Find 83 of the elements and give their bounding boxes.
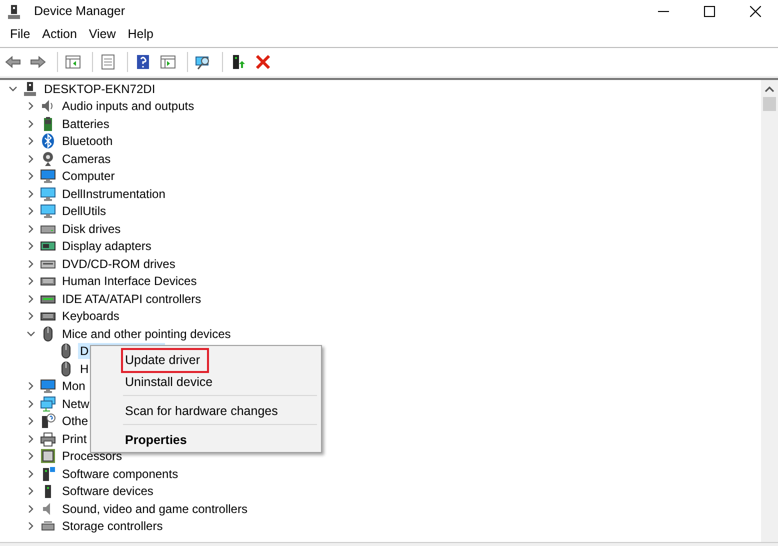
tree-item[interactable]: Mice and other pointing devices: [60, 326, 233, 342]
monitor-icon: [40, 378, 56, 394]
tree-item[interactable]: Computer: [60, 168, 117, 184]
tree-item[interactable]: Processors: [60, 448, 124, 464]
expand-chevron-icon[interactable]: [27, 154, 35, 163]
menu-item[interactable]: Scan for hardware changes: [125, 402, 278, 421]
tree-item[interactable]: Software components: [60, 466, 180, 482]
tree-item[interactable]: Mon: [60, 378, 88, 394]
menu-item[interactable]: Help: [122, 25, 160, 44]
menu-item[interactable]: Action: [36, 25, 83, 44]
tree-item[interactable]: Human Interface Devices: [60, 273, 199, 290]
back-arrow-icon[interactable]: [5, 54, 21, 70]
expand-chevron-icon[interactable]: [27, 400, 35, 408]
expand-chevron-icon[interactable]: [27, 224, 35, 233]
scrollbar-thumb[interactable]: [763, 97, 776, 111]
help-icon[interactable]: [135, 54, 151, 70]
expand-chevron-icon[interactable]: [27, 504, 35, 513]
expand-chevron-icon[interactable]: [27, 522, 35, 530]
expand-chevron-icon[interactable]: [27, 434, 35, 443]
tree-item[interactable]: DVD/CD-ROM drives: [60, 256, 178, 272]
expand-chevron-icon[interactable]: [27, 312, 35, 320]
tree-item[interactable]: Print: [60, 430, 89, 447]
expand-chevron-icon[interactable]: [27, 207, 35, 216]
expand-chevron-icon[interactable]: [27, 452, 35, 460]
expand-chevron-icon[interactable]: [27, 172, 35, 180]
unknown-device-icon: [40, 413, 56, 430]
printer-icon: [40, 430, 56, 447]
forward-arrow-icon[interactable]: [30, 54, 46, 70]
window-panel-icon[interactable]: [65, 54, 81, 70]
maximize-icon: [704, 6, 714, 16]
tree-item[interactable]: Storage controllers: [60, 518, 165, 534]
tree-item[interactable]: Batteries: [60, 116, 112, 132]
monitor-icon: [40, 168, 56, 184]
camera-icon: [40, 150, 56, 167]
menu-item[interactable]: Update driver: [124, 351, 206, 370]
expand-chevron-icon[interactable]: [27, 137, 35, 146]
tree-item[interactable]: Audio inputs and outputs: [60, 98, 196, 114]
tree-item[interactable]: Netw: [60, 396, 92, 412]
tree-item[interactable]: Cameras: [60, 150, 113, 167]
expand-chevron-icon[interactable]: [27, 120, 35, 128]
tree-item[interactable]: Disk drives: [60, 220, 123, 237]
bluetooth-icon: [40, 133, 56, 150]
window-title: Device Manager: [34, 2, 126, 20]
tree-item[interactable]: Software devices: [60, 483, 156, 500]
tree-item[interactable]: H: [78, 360, 91, 377]
menu-item[interactable]: Uninstall device: [125, 373, 213, 392]
menu-item[interactable]: Properties: [125, 431, 187, 450]
expand-chevron-icon[interactable]: [27, 382, 35, 390]
tree-item[interactable]: Othe: [60, 413, 90, 430]
collapse-chevron-icon[interactable]: [9, 84, 17, 93]
tree-item[interactable]: Sound, video and game controllers: [60, 500, 250, 517]
computer-icon: [22, 80, 38, 97]
remove-icon[interactable]: [255, 54, 271, 70]
expand-chevron-icon[interactable]: [27, 102, 35, 110]
expand-chevron-icon[interactable]: [27, 260, 35, 268]
collapse-chevron-icon[interactable]: [27, 330, 35, 338]
menu-item[interactable]: File: [4, 25, 36, 44]
expand-chevron-icon[interactable]: [27, 487, 35, 496]
expand-chevron-icon[interactable]: [27, 294, 35, 303]
device-icon: [40, 466, 56, 482]
tree-item[interactable]: Bluetooth: [60, 133, 115, 150]
tree-item[interactable]: DESKTOP-EKN72DI: [42, 80, 158, 97]
close-icon: [750, 6, 760, 16]
monitor-icon: [40, 186, 56, 202]
tree-item[interactable]: DellInstrumentation: [60, 186, 168, 202]
monitor-search-icon[interactable]: [195, 54, 211, 70]
tree-item[interactable]: Keyboards: [60, 308, 122, 324]
computer-icon: [6, 4, 22, 20]
monitor-icon: [40, 203, 56, 220]
network-icon: [40, 396, 56, 412]
menu-item[interactable]: View: [82, 25, 122, 44]
tree-item[interactable]: IDE ATA/ATAPI controllers: [60, 290, 204, 307]
expand-chevron-icon[interactable]: [27, 242, 35, 250]
window-panel-icon[interactable]: [160, 54, 176, 70]
add-driver-icon[interactable]: [230, 54, 246, 70]
tree-item[interactable]: Display adapters: [60, 238, 154, 254]
expand-chevron-icon[interactable]: [27, 190, 35, 198]
chip-icon: [40, 448, 56, 464]
expand-chevron-icon[interactable]: [27, 417, 35, 426]
expand-chevron-icon[interactable]: [27, 470, 35, 478]
expand-chevron-icon[interactable]: [27, 277, 35, 286]
properties-sheet-icon[interactable]: [100, 54, 116, 70]
tree-item[interactable]: DellUtils: [60, 203, 108, 220]
